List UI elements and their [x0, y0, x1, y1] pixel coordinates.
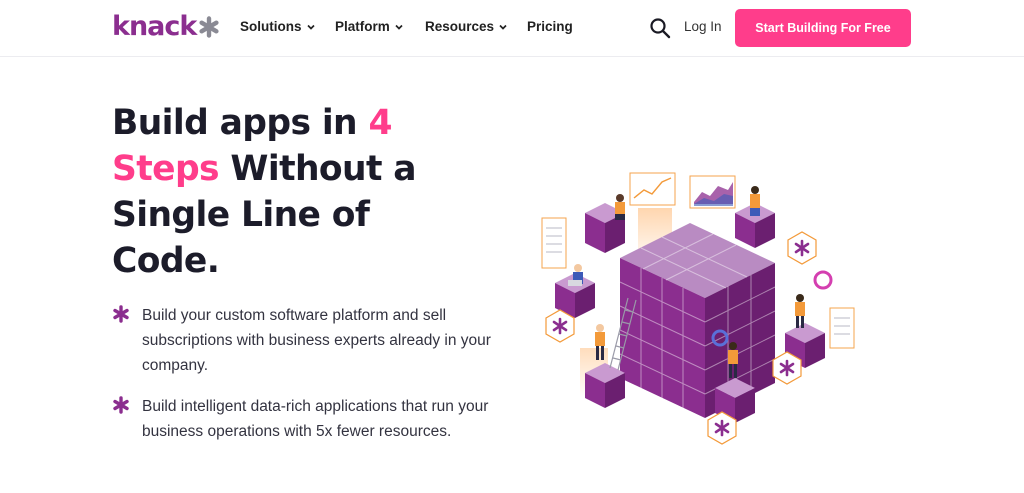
- chevron-down-icon: [395, 24, 403, 30]
- chevron-down-icon: [306, 24, 315, 30]
- bullet-text: Build intelligent data-rich applications…: [142, 398, 489, 440]
- asterisk-icon: [113, 396, 129, 414]
- nav-pricing[interactable]: Pricing: [527, 19, 573, 34]
- isometric-cube-illustration: [541, 172, 855, 445]
- bullet-text: Build your custom software platform and …: [142, 307, 491, 374]
- nav-label: Pricing: [527, 19, 573, 34]
- hero-title: Build apps in 4 Steps Without a Single L…: [112, 100, 472, 284]
- feature-bullet: Build intelligent data-rich applications…: [112, 394, 492, 444]
- nav-label: Platform: [335, 19, 390, 34]
- logo-wordmark: knack: [112, 11, 197, 42]
- asterisk-logo-icon: [199, 16, 219, 38]
- nav-platform[interactable]: Platform: [335, 19, 404, 34]
- title-part-1: Build apps in: [112, 103, 369, 143]
- nav-label: Solutions: [240, 19, 302, 34]
- login-link[interactable]: Log In: [684, 19, 722, 34]
- nav-solutions[interactable]: Solutions: [240, 19, 316, 34]
- knack-logo[interactable]: knack: [112, 10, 220, 44]
- asterisk-icon: [113, 305, 129, 323]
- start-building-button[interactable]: Start Building For Free: [735, 9, 911, 47]
- person-figure: [615, 194, 625, 220]
- chevron-down-icon: [499, 24, 507, 30]
- nav-resources[interactable]: Resources: [425, 19, 508, 34]
- search-icon[interactable]: [649, 17, 671, 39]
- nav-label: Resources: [425, 19, 495, 34]
- top-navbar: knack Solutions Platform Resources Prici…: [0, 0, 1024, 57]
- feature-bullet: Build your custom software platform and …: [112, 303, 492, 378]
